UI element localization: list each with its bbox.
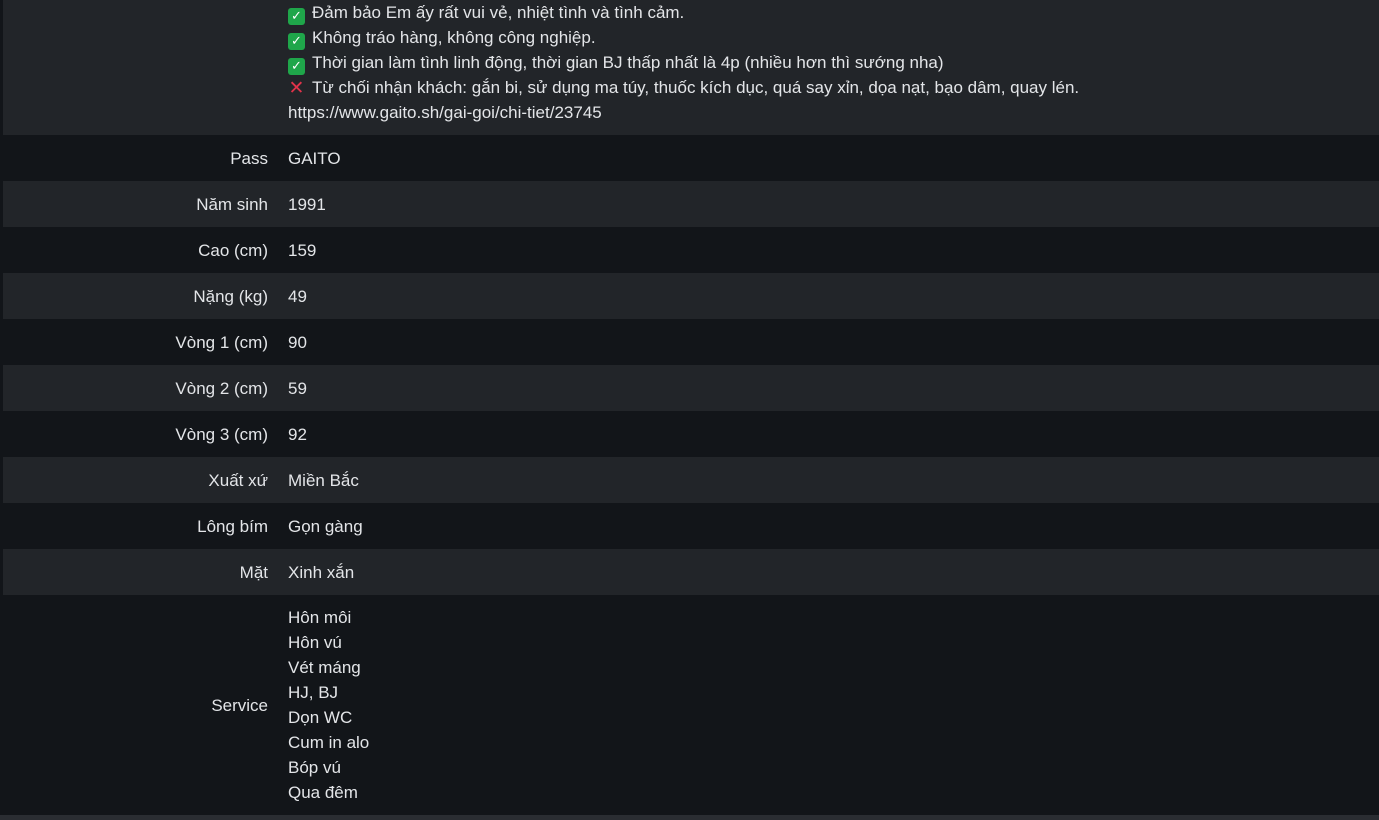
description-link-text[interactable]: https://www.gaito.sh/gai-goi/chi-tiet/23… bbox=[288, 103, 602, 122]
detail-row-origin: Xuất xứ Miền Bắc bbox=[3, 457, 1379, 503]
description-line: ✓ Đảm bảo Em ấy rất vui vẻ, nhiệt tình và… bbox=[288, 0, 1079, 25]
service-list: Hôn môi Hôn vú Vét máng HJ, BJ Dọn WC Cu… bbox=[268, 605, 369, 805]
detail-value: 159 bbox=[288, 240, 317, 260]
detail-label: Vòng 3 (cm) bbox=[175, 424, 268, 444]
service-item: Cum in alo bbox=[288, 733, 370, 752]
check-mark-icon: ✓ bbox=[288, 58, 305, 75]
service-item: Dọn WC bbox=[288, 708, 353, 727]
detail-row-weight: Nặng (kg) 49 bbox=[3, 273, 1379, 319]
detail-value: 59 bbox=[288, 378, 307, 398]
service-item: Vét máng bbox=[288, 658, 361, 677]
detail-value: Gọn gàng bbox=[288, 516, 363, 536]
service-item: Hôn vú bbox=[288, 633, 342, 652]
description-line: ✓ Không tráo hàng, không công nghiệp. bbox=[288, 25, 1079, 50]
description-link[interactable]: https://www.gaito.sh/gai-goi/chi-tiet/23… bbox=[288, 100, 1079, 125]
service-item: Qua đêm bbox=[288, 783, 358, 802]
detail-value: Xinh xắn bbox=[288, 562, 355, 582]
detail-label: Cao (cm) bbox=[198, 240, 268, 260]
detail-label: Mặt bbox=[239, 562, 268, 582]
description-line: ✕ Từ chối nhận khách: gắn bi, sử dụng ma … bbox=[288, 75, 1080, 100]
description-line-text: Đảm bảo Em ấy rất vui vẻ, nhiệt tình và … bbox=[312, 3, 685, 22]
detail-label: Lông bím bbox=[197, 516, 268, 536]
detail-label: Pass bbox=[230, 148, 268, 168]
detail-row-height: Cao (cm) 159 bbox=[3, 227, 1379, 273]
description-line-text: Không tráo hàng, không công nghiệp. bbox=[312, 28, 596, 47]
service-item: Bóp vú bbox=[288, 758, 341, 777]
detail-row-waist: Vòng 2 (cm) 59 bbox=[3, 365, 1379, 411]
description-line: ✓ Thời gian làm tình linh động, thời gian… bbox=[288, 50, 1079, 75]
detail-value: GAITO bbox=[288, 148, 341, 168]
service-label: Service bbox=[211, 695, 268, 715]
description-label bbox=[3, 0, 268, 1]
detail-row-service: Service Hôn môi Hôn vú Vét máng HJ, BJ D… bbox=[3, 595, 1379, 815]
profile-details-table: ✓ Đảm bảo Em ấy rất vui vẻ, nhiệt tình và… bbox=[3, 0, 1379, 820]
detail-value: 90 bbox=[288, 332, 307, 352]
detail-value: 49 bbox=[288, 286, 307, 306]
detail-row-birth-year: Năm sinh 1991 bbox=[3, 181, 1379, 227]
description-lines: ✓ Đảm bảo Em ấy rất vui vẻ, nhiệt tình và… bbox=[268, 0, 1079, 125]
check-mark-icon: ✓ bbox=[288, 33, 305, 50]
detail-value: 92 bbox=[288, 424, 307, 444]
description-line-text: Thời gian làm tình linh động, thời gian … bbox=[312, 53, 944, 72]
detail-label: Vòng 1 (cm) bbox=[175, 332, 268, 352]
detail-row-hips: Vòng 3 (cm) 92 bbox=[3, 411, 1379, 457]
service-item: Hôn môi bbox=[288, 608, 352, 627]
detail-label: Năm sinh bbox=[196, 194, 268, 214]
description-line-text: Từ chối nhận khách: gắn bi, sử dụng ma t… bbox=[312, 78, 1080, 97]
detail-label: Vòng 2 (cm) bbox=[175, 378, 268, 398]
service-item: HJ, BJ bbox=[288, 683, 339, 702]
detail-row-grooming: Lông bím Gọn gàng bbox=[3, 503, 1379, 549]
detail-label: Xuất xứ bbox=[208, 470, 268, 490]
detail-row-pass: Pass GAITO bbox=[3, 135, 1379, 181]
cross-mark-icon: ✕ bbox=[288, 77, 305, 99]
detail-row-bust: Vòng 1 (cm) 90 bbox=[3, 319, 1379, 365]
detail-value: Miền Bắc bbox=[288, 470, 359, 490]
description-row: ✓ Đảm bảo Em ấy rất vui vẻ, nhiệt tình và… bbox=[3, 0, 1379, 135]
detail-row-face: Mặt Xinh xắn bbox=[3, 549, 1379, 595]
bottom-divider bbox=[0, 815, 1379, 820]
detail-value: 1991 bbox=[288, 194, 326, 214]
check-mark-icon: ✓ bbox=[288, 8, 305, 25]
detail-label: Nặng (kg) bbox=[193, 286, 268, 306]
